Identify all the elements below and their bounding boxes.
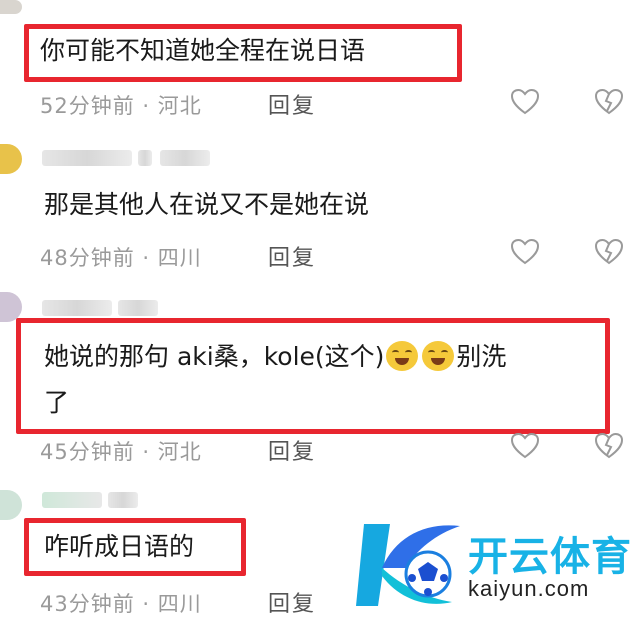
dislike-broken-heart-icon[interactable] (594, 432, 624, 460)
comment-location: · 四川 (142, 592, 202, 616)
username-blurred (42, 300, 112, 316)
watermark-url: kaiyun.com (468, 576, 590, 601)
username-blurred (42, 492, 102, 508)
comment-meta: 48分钟前 · 四川 (40, 242, 202, 272)
username-blurred (118, 300, 158, 316)
comment-location: · 河北 (142, 94, 202, 118)
comment-location: · 河北 (142, 440, 202, 464)
like-heart-icon[interactable] (510, 88, 540, 116)
comment-text-line2: 了 (44, 388, 70, 417)
comment-text: 你可能不知道她全程在说日语 (40, 36, 366, 65)
watermark-title: 开云体育 (468, 534, 632, 580)
comment-text: 那是其他人在说又不是她在说 (44, 190, 370, 219)
comment-meta: 43分钟前 · 四川 (40, 588, 202, 618)
avatar[interactable] (0, 144, 22, 174)
laughing-crying-emoji-icon (422, 341, 455, 371)
comment-text-line1: 她说的那句 aki桑，kole(这个) (44, 342, 385, 371)
like-heart-icon[interactable] (510, 238, 540, 266)
username-blurred (138, 150, 152, 166)
username-blurred (160, 150, 210, 166)
reply-button[interactable]: 回复 (268, 434, 316, 466)
comment-time: 43分钟前 (40, 592, 135, 616)
comment-time: 52分钟前 (40, 94, 135, 118)
comment-meta: 45分钟前 · 河北 (40, 436, 202, 466)
reply-button[interactable]: 回复 (268, 586, 316, 618)
comment-time: 45分钟前 (40, 440, 135, 464)
kaiyun-logo-icon (356, 516, 466, 620)
kaiyun-watermark: 开云体育 kaiyun.com (356, 516, 636, 620)
avatar[interactable] (0, 0, 22, 14)
highlight-box (16, 318, 610, 434)
comment-location: · 四川 (142, 246, 202, 270)
comment-text: 咋听成日语的 (44, 532, 195, 561)
dislike-broken-heart-icon[interactable] (594, 238, 624, 266)
dislike-broken-heart-icon[interactable] (594, 88, 624, 116)
comment-meta: 52分钟前 · 河北 (40, 90, 202, 120)
comment-text-tail: 别洗 (456, 342, 507, 371)
reply-button[interactable]: 回复 (268, 88, 316, 120)
reply-button[interactable]: 回复 (268, 240, 316, 272)
laughing-crying-emoji-icon (386, 341, 419, 371)
comment-time: 48分钟前 (40, 246, 135, 270)
username-blurred (42, 150, 132, 166)
comment-text: 她说的那句 aki桑，kole(这个) 别洗 (44, 340, 506, 374)
avatar[interactable] (0, 490, 22, 520)
username-blurred (108, 492, 138, 508)
like-heart-icon[interactable] (510, 432, 540, 460)
